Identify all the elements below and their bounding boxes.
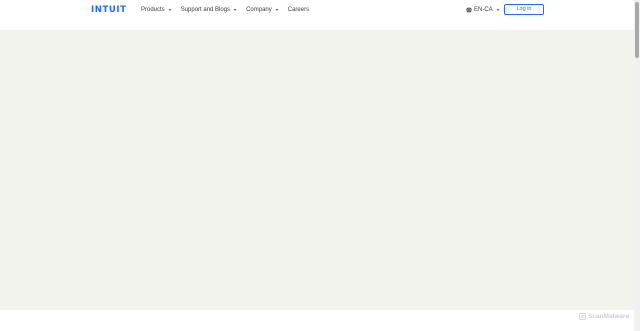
globe-icon	[466, 7, 472, 13]
language-selector[interactable]: EN-CA	[466, 5, 501, 15]
nav-company[interactable]: Company	[246, 5, 280, 15]
language-label: EN-CA	[474, 7, 493, 13]
main-nav: Products Support and Blogs Company Caree…	[141, 5, 309, 15]
nav-support-and-blogs[interactable]: Support and Blogs	[181, 5, 238, 15]
scrollbar-thumb[interactable]	[635, 2, 639, 58]
chevron-down-icon	[496, 9, 500, 11]
intuit-logo[interactable]: INTUIT	[91, 5, 127, 15]
login-button[interactable]: Log in	[504, 4, 544, 15]
watermark-text: ScanMalware	[588, 313, 630, 320]
site-header: INTUIT Products Support and Blogs Compan…	[0, 0, 634, 30]
main-content-area	[0, 30, 634, 310]
nav-products[interactable]: Products	[141, 5, 173, 15]
chevron-down-icon	[275, 9, 279, 11]
scanmalware-watermark: ScanMalware	[579, 312, 629, 321]
nav-products-label: Products	[141, 7, 165, 13]
chevron-down-icon	[233, 9, 237, 11]
nav-support-and-blogs-label: Support and Blogs	[180, 7, 231, 13]
vertical-scrollbar[interactable]	[634, 0, 640, 331]
scanmalware-logo-icon	[579, 313, 586, 320]
page: INTUIT Products Support and Blogs Compan…	[0, 0, 640, 331]
chevron-down-icon	[168, 9, 172, 11]
nav-careers-label: Careers	[287, 7, 310, 13]
nav-company-label: Company	[246, 7, 272, 13]
nav-careers[interactable]: Careers	[288, 5, 309, 15]
footer-strip	[0, 310, 634, 331]
